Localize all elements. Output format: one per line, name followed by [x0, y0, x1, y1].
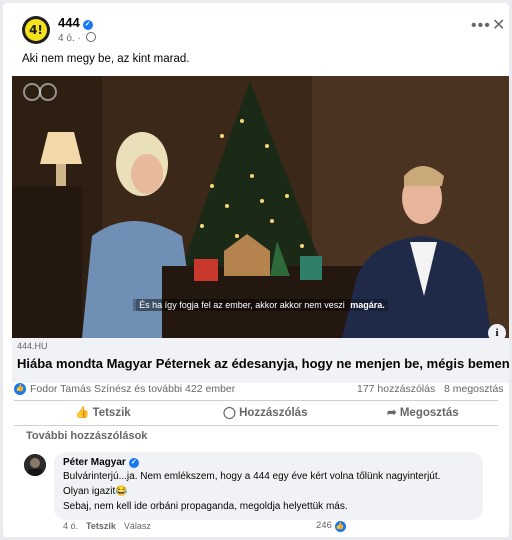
like-reaction-icon: 👍: [334, 521, 346, 532]
comment-footer: 4 ó. Tetszik Válasz: [63, 521, 151, 531]
page-avatar[interactable]: 4!: [22, 16, 50, 44]
share-button[interactable]: ➦ Megosztás: [387, 405, 459, 419]
comment-time[interactable]: 4 ó.: [63, 521, 78, 531]
verified-badge-icon: ✓: [82, 20, 93, 30]
comment-line-3: Sebaj, nem kell ide orbáni propaganda, m…: [63, 501, 348, 512]
comment-author-row: Péter Magyar ✓: [63, 457, 139, 468]
close-icon[interactable]: ✕: [492, 15, 505, 35]
post-stats: 👍 Fodor Tamás Színész és további 422 emb…: [3, 375, 509, 399]
page-name-row: 444 ✓: [58, 15, 93, 30]
post-card: 4! 444 ✓ 4 ó. · ••• ✕ Aki nem megy be, az…: [3, 3, 509, 537]
commenter-avatar[interactable]: [24, 454, 46, 476]
page-name[interactable]: 444: [58, 15, 80, 30]
comment-button[interactable]: ◯ Hozzászólás: [223, 405, 307, 419]
comment-like-link[interactable]: Tetszik: [86, 521, 116, 531]
comment-line-2: Olyan igazit😂: [63, 486, 128, 497]
thumbs-up-icon: 👍: [75, 407, 90, 419]
page-logo: 4!: [25, 19, 47, 41]
comment-reply-link[interactable]: Válasz: [124, 521, 151, 531]
share-count[interactable]: 8 megosztás: [444, 383, 504, 395]
post-caption: Aki nem megy be, az kint marad.: [22, 53, 190, 65]
action-bar: 👍 Tetszik ◯ Hozzászólás ➦ Megosztás: [3, 401, 509, 425]
video-subtitle: És ha így fogja fel az ember, akkor akko…: [12, 299, 509, 311]
comment-count[interactable]: 177 hozzászólás: [357, 383, 435, 395]
share-icon: ➦: [387, 407, 397, 419]
globe-icon: [85, 32, 96, 42]
comment-line-1: Bulvárinterjú...ja. Nem emlékszem, hogy …: [63, 471, 441, 482]
comment-bubble: Péter Magyar ✓ Bulvárinterjú...ja. Nem em…: [54, 452, 483, 520]
post-header: 4! 444 ✓ 4 ó. · ••• ✕: [3, 3, 509, 53]
verified-badge-icon: ✓: [128, 458, 139, 468]
comment-icon: ◯: [223, 407, 236, 419]
post-time[interactable]: 4 ó.: [58, 33, 75, 44]
post-video[interactable]: És ha így fogja fel az ember, akkor akko…: [12, 76, 509, 338]
more-dots-icon[interactable]: •••: [471, 17, 491, 35]
link-domain: 444.HU: [17, 341, 48, 351]
more-comments-link[interactable]: További hozzászólások: [26, 430, 147, 442]
laughing-emoji-icon: 😂: [115, 486, 128, 497]
link-headline: Hiába mondta Magyar Péternek az édesanyj…: [17, 356, 509, 371]
like-reaction-icon[interactable]: 👍: [14, 383, 26, 395]
like-button[interactable]: 👍 Tetszik: [75, 405, 131, 419]
avatar-image: [24, 454, 46, 476]
post-meta: 4 ó. ·: [58, 32, 96, 44]
comment-author[interactable]: Péter Magyar: [63, 457, 126, 468]
info-icon[interactable]: i: [488, 324, 506, 338]
divider: [14, 425, 498, 426]
comment-likes[interactable]: 246 👍: [316, 520, 346, 532]
reactors-text[interactable]: Fodor Tamás Színész és további 422 ember: [30, 383, 235, 395]
